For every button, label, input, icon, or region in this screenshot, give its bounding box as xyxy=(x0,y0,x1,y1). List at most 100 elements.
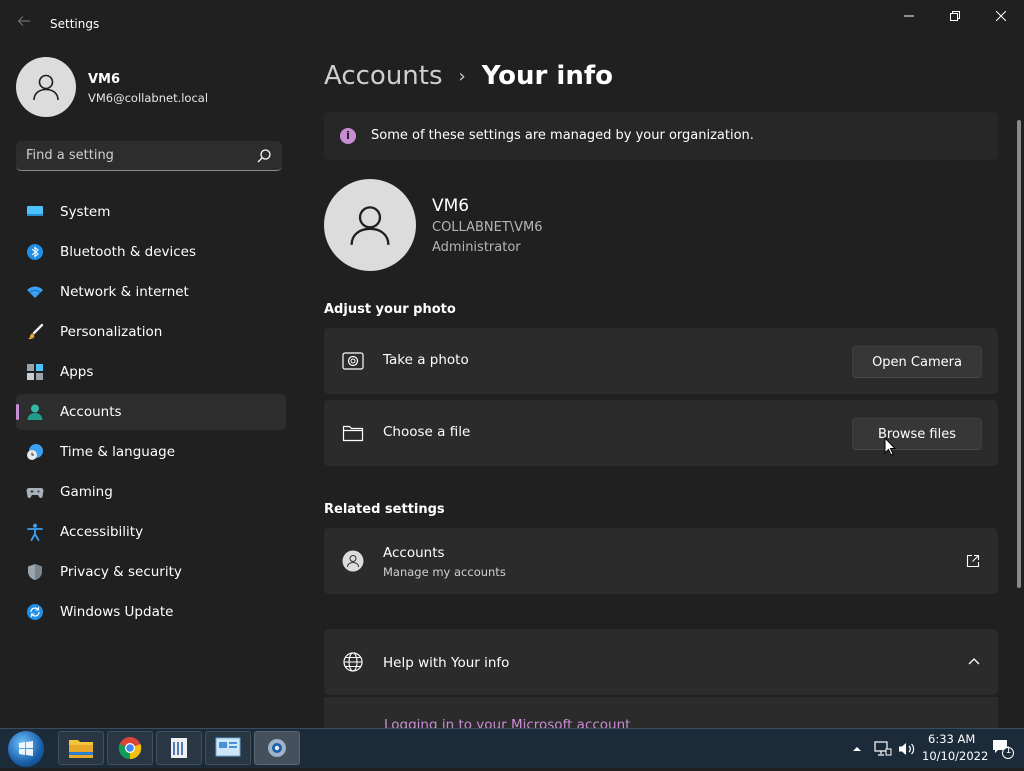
info-icon: i xyxy=(340,128,356,144)
sidebar-item-label: Bluetooth & devices xyxy=(60,244,197,260)
related-accounts-sub: Manage my accounts xyxy=(383,565,506,579)
bluetooth-icon xyxy=(27,244,43,260)
person-icon xyxy=(27,404,43,420)
sidebar-item-label: Accessibility xyxy=(60,524,144,540)
page-title: Your info xyxy=(481,61,614,91)
sidebar-item-windows-update[interactable]: Windows Update xyxy=(16,594,286,630)
tray-network[interactable] xyxy=(874,729,892,769)
volume-icon xyxy=(899,743,915,755)
taskbar-control-panel[interactable] xyxy=(205,731,251,765)
search-input[interactable] xyxy=(26,141,246,170)
sidebar-item-time-language[interactable]: Time & language xyxy=(16,434,286,470)
notepad-icon xyxy=(171,738,187,758)
clock-globe-icon xyxy=(27,444,43,460)
user-avatar xyxy=(324,179,416,271)
user-info-card: VM6 COLLABNET\VM6 Administrator xyxy=(324,179,724,271)
breadcrumb-separator: › xyxy=(458,65,466,87)
clock-date[interactable]: 10/10/2022 xyxy=(922,749,988,763)
open-camera-button[interactable]: Open Camera xyxy=(852,346,982,378)
folder-icon xyxy=(342,425,364,442)
chrome-icon xyxy=(118,737,142,760)
adjust-photo-heading: Adjust your photo xyxy=(324,302,456,317)
search-box xyxy=(16,141,282,171)
sidebar-item-label: Apps xyxy=(60,364,94,380)
sidebar-item-bluetooth[interactable]: Bluetooth & devices xyxy=(16,234,286,270)
search-icon[interactable] xyxy=(256,148,272,164)
sidebar-item-label: Time & language xyxy=(60,444,176,460)
browse-files-button[interactable]: Browse files xyxy=(852,418,982,450)
sidebar-item-accessibility[interactable]: Accessibility xyxy=(16,514,286,550)
person-circle-icon xyxy=(342,550,364,572)
wifi-icon xyxy=(27,286,43,298)
profile-email: VM6@collabnet.local xyxy=(88,91,209,105)
chevron-up-icon xyxy=(853,747,861,751)
taskbar-file-explorer[interactable] xyxy=(58,731,104,765)
brush-icon xyxy=(28,323,44,340)
avatar xyxy=(16,57,76,117)
sidebar-item-label: Gaming xyxy=(60,484,113,500)
scrollbar[interactable] xyxy=(1017,120,1021,588)
notification-center-button[interactable]: 1 xyxy=(992,739,1014,759)
notification-count: 1 xyxy=(1005,746,1012,756)
file-explorer-icon xyxy=(69,740,93,758)
title-bar: Settings xyxy=(0,0,1024,48)
close-icon xyxy=(996,11,1006,21)
breadcrumb: Accounts › Your info xyxy=(324,56,613,96)
org-managed-banner: i Some of these settings are managed by … xyxy=(324,112,998,160)
person-icon xyxy=(350,206,390,246)
sidebar-item-label: Personalization xyxy=(60,324,163,340)
mouse-cursor-icon xyxy=(884,437,896,456)
restore-button[interactable] xyxy=(932,0,978,32)
minimize-icon xyxy=(904,15,914,17)
sidebar-nav: System Bluetooth & devices Network & int… xyxy=(16,194,286,634)
tray-volume[interactable] xyxy=(898,729,916,769)
chevron-up-icon[interactable] xyxy=(968,657,980,665)
choose-file-label: Choose a file xyxy=(383,424,471,440)
sidebar-item-label: Accounts xyxy=(60,404,122,420)
open-external-icon xyxy=(966,554,980,568)
restore-icon xyxy=(950,11,960,21)
help-content-area: Logging in to your Microsoft account xyxy=(324,697,998,728)
globe-icon xyxy=(343,652,363,672)
sidebar-item-network[interactable]: Network & internet xyxy=(16,274,286,310)
sidebar-item-personalization[interactable]: Personalization xyxy=(16,314,286,350)
sidebar-item-label: Network & internet xyxy=(60,284,189,300)
sidebar-item-gaming[interactable]: Gaming xyxy=(16,474,286,510)
windows-logo-icon xyxy=(19,741,33,756)
help-your-info-card[interactable]: Help with Your info xyxy=(324,629,998,695)
person-icon xyxy=(33,74,59,101)
taskbar-chrome[interactable] xyxy=(107,731,153,765)
related-accounts-label: Accounts xyxy=(383,545,445,561)
start-button[interactable] xyxy=(8,731,44,767)
take-photo-label: Take a photo xyxy=(383,352,469,368)
take-photo-card: Take a photo Open Camera xyxy=(324,328,998,394)
update-icon xyxy=(27,604,43,620)
taskbar-settings[interactable] xyxy=(254,731,300,765)
user-name: VM6 xyxy=(432,196,470,216)
close-button[interactable] xyxy=(978,0,1024,32)
minimize-button[interactable] xyxy=(886,0,932,32)
network-icon xyxy=(874,741,892,756)
shield-icon xyxy=(28,564,42,580)
profile-header[interactable]: VM6 VM6@collabnet.local xyxy=(16,57,286,119)
sidebar-item-accounts[interactable]: Accounts xyxy=(16,394,286,430)
clock-time[interactable]: 6:33 AM xyxy=(928,732,975,746)
control-panel-icon xyxy=(215,737,241,757)
sidebar-item-system[interactable]: System xyxy=(16,194,286,230)
back-button[interactable] xyxy=(14,14,34,34)
choose-file-card: Choose a file Browse files xyxy=(324,400,998,466)
related-accounts-card[interactable]: Accounts Manage my accounts xyxy=(324,528,998,594)
sidebar-item-label: System xyxy=(60,204,111,220)
sidebar-item-apps[interactable]: Apps xyxy=(16,354,286,390)
related-settings-heading: Related settings xyxy=(324,502,445,517)
user-domain: COLLABNET\VM6 xyxy=(432,220,543,235)
banner-text: Some of these settings are managed by yo… xyxy=(371,128,754,143)
help-link-microsoft-login[interactable]: Logging in to your Microsoft account xyxy=(384,717,630,728)
taskbar-notepad[interactable] xyxy=(156,731,202,765)
tray-overflow[interactable] xyxy=(852,729,862,769)
sidebar-item-privacy[interactable]: Privacy & security xyxy=(16,554,286,590)
help-label: Help with Your info xyxy=(383,655,510,671)
user-role: Administrator xyxy=(432,240,521,255)
accessibility-icon xyxy=(27,523,43,541)
breadcrumb-parent[interactable]: Accounts xyxy=(324,61,443,91)
